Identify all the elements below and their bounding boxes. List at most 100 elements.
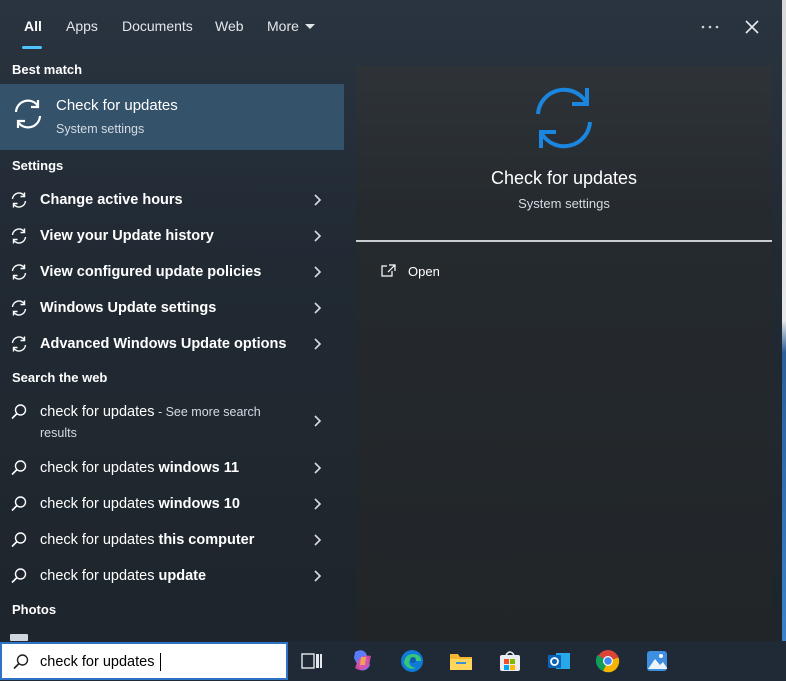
best-match-subtitle: System settings	[56, 122, 145, 136]
preview-divider	[356, 240, 772, 242]
tab-apps[interactable]: Apps	[66, 18, 98, 34]
web-result-suffix: windows 10	[158, 496, 240, 512]
settings-item-label: Advanced Windows Update options	[40, 336, 287, 352]
sync-icon	[11, 300, 27, 316]
web-result-label: check for updates windows 10	[40, 496, 240, 512]
close-button[interactable]	[739, 14, 765, 40]
web-result-label: check for updates this computer	[40, 532, 254, 548]
edge-icon	[401, 650, 423, 672]
settings-item-update-policies[interactable]: View configured update policies	[0, 254, 344, 290]
preview-title: Check for updates	[490, 168, 638, 188]
sync-icon	[536, 87, 592, 149]
chevron-right-icon	[314, 415, 322, 427]
photos-icon	[647, 651, 667, 671]
chrome-button[interactable]	[594, 647, 622, 675]
chevron-right-icon	[314, 534, 322, 546]
search-icon	[11, 496, 27, 512]
settings-item-label: Change active hours	[40, 192, 183, 208]
settings-item-label: Windows Update settings	[40, 300, 217, 316]
web-result-item[interactable]: check for updates this computer	[0, 522, 344, 558]
web-result-item[interactable]: check for updates - See more search resu…	[0, 397, 344, 445]
web-result-label: check for updates update	[40, 568, 206, 584]
open-action[interactable]: Open	[376, 260, 576, 284]
store-icon	[500, 651, 520, 671]
photos-button[interactable]	[643, 647, 671, 675]
copilot-button[interactable]	[348, 647, 376, 675]
open-action-label: Open	[408, 264, 440, 279]
web-result-suffix: windows 11	[158, 460, 240, 476]
web-result-item[interactable]: check for updates update	[0, 558, 344, 594]
file-explorer-icon	[450, 654, 472, 670]
web-result-suffix: this computer	[158, 532, 255, 548]
best-match-item[interactable]: Check for updates System settings	[0, 84, 344, 150]
section-settings: Settings	[12, 158, 64, 173]
sync-icon	[11, 264, 27, 280]
web-result-suffix: update	[158, 568, 207, 584]
chevron-down-icon	[304, 24, 315, 29]
web-result-query: check for updates	[40, 532, 159, 548]
desktop-background-edge	[782, 0, 786, 641]
text-cursor	[160, 653, 161, 671]
taskbar	[0, 641, 786, 681]
sync-icon	[11, 192, 27, 208]
chevron-right-icon	[314, 302, 322, 314]
ellipsis-icon	[701, 25, 719, 29]
search-icon	[13, 654, 29, 670]
chevron-right-icon	[314, 194, 322, 206]
outlook-button[interactable]	[545, 647, 573, 675]
active-tab-indicator	[22, 46, 42, 49]
search-icon	[11, 404, 27, 420]
search-icon	[11, 532, 27, 548]
settings-item-windows-update-settings[interactable]: Windows Update settings	[0, 290, 344, 326]
chevron-right-icon	[314, 570, 322, 582]
settings-item-change-active-hours[interactable]: Change active hours	[0, 182, 344, 218]
web-result-query: check for updates	[40, 460, 159, 476]
chrome-icon	[595, 650, 620, 673]
settings-item-label: View your Update history	[40, 228, 214, 244]
web-result-query: check for updates	[40, 568, 159, 584]
settings-item-label: View configured update policies	[40, 264, 262, 280]
task-view-button[interactable]	[298, 647, 326, 675]
taskbar-search-box[interactable]	[0, 642, 288, 680]
search-panel: All Apps Documents Web More Best match C…	[0, 0, 786, 641]
tab-web[interactable]: Web	[215, 18, 244, 34]
outlook-icon	[548, 653, 570, 669]
tab-all[interactable]: All	[24, 18, 42, 34]
store-button[interactable]	[496, 647, 524, 675]
search-icon	[11, 460, 27, 476]
sync-icon	[11, 336, 27, 352]
web-result-item[interactable]: check for updates windows 10	[0, 486, 344, 522]
more-options-button[interactable]	[697, 14, 723, 40]
preview-header: Check for updates System settings	[356, 66, 772, 242]
settings-item-advanced-options[interactable]: Advanced Windows Update options	[0, 326, 344, 362]
chevron-right-icon	[314, 498, 322, 510]
edge-button[interactable]	[398, 647, 426, 675]
sync-icon	[11, 228, 27, 244]
web-result-label: check for updates - See more search resu…	[40, 402, 300, 444]
chevron-right-icon	[314, 230, 322, 242]
sync-icon	[14, 99, 42, 129]
open-external-icon	[381, 264, 396, 277]
web-result-query: check for updates	[40, 496, 159, 512]
chevron-right-icon	[314, 462, 322, 474]
settings-item-update-history[interactable]: View your Update history	[0, 218, 344, 254]
best-match-title: Check for updates	[56, 97, 178, 114]
search-icon	[11, 568, 27, 584]
file-explorer-button[interactable]	[447, 647, 475, 675]
web-result-label: check for updates windows 11	[40, 460, 239, 476]
section-best-match: Best match	[12, 62, 83, 77]
tab-documents[interactable]: Documents	[122, 18, 193, 34]
section-photos: Photos	[12, 602, 57, 617]
copilot-icon	[354, 650, 371, 671]
chevron-right-icon	[314, 266, 322, 278]
filter-tabs: All Apps Documents Web More	[0, 0, 786, 52]
task-view-icon	[301, 653, 322, 669]
preview-subtitle: System settings	[518, 196, 610, 211]
web-result-item[interactable]: check for updates windows 11	[0, 450, 344, 486]
tab-more[interactable]: More	[267, 18, 315, 34]
section-search-web: Search the web	[12, 370, 108, 385]
tab-more-label: More	[267, 18, 299, 34]
photo-thumbnail[interactable]	[10, 634, 28, 641]
preview-pane: Check for updates System settings Open	[356, 66, 772, 641]
web-result-query: check for updates	[40, 404, 155, 420]
